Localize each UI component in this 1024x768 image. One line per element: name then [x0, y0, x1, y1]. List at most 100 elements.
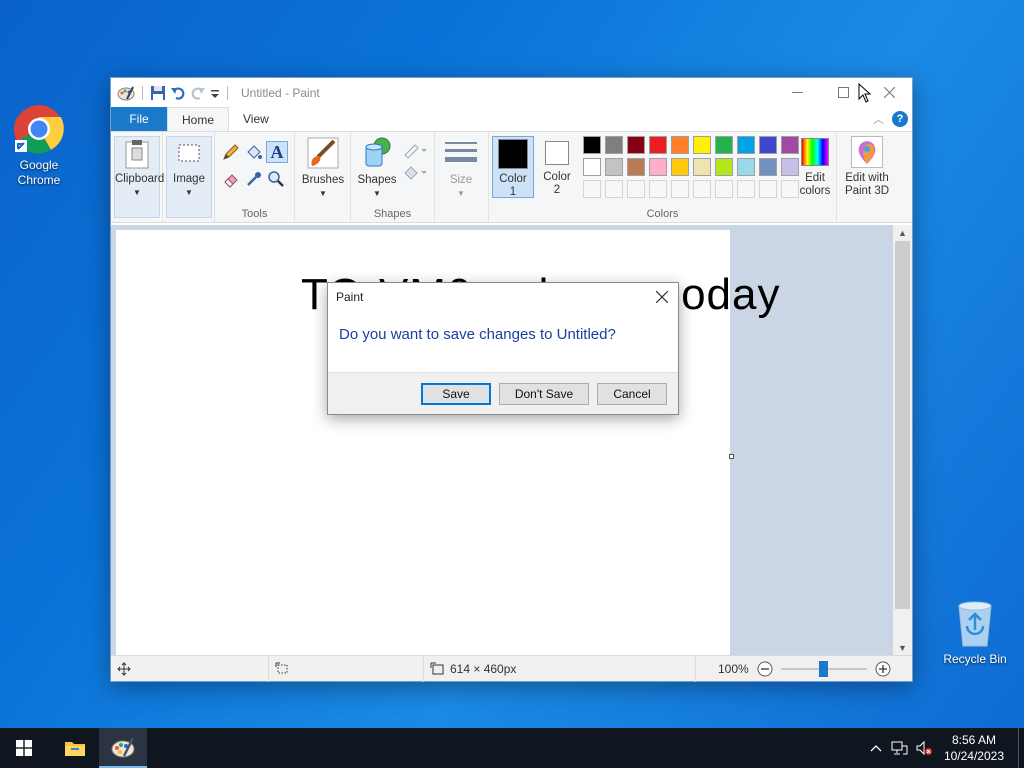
color1-button[interactable]: Color 1	[492, 136, 534, 198]
show-desktop-button[interactable]	[1018, 728, 1024, 768]
palette-swatch[interactable]	[605, 158, 623, 176]
palette-swatch[interactable]	[715, 158, 733, 176]
scroll-up-icon[interactable]: ▲	[893, 225, 912, 241]
edit-with-paint3d-button[interactable]: Edit with Paint 3D	[839, 136, 895, 198]
shapes-button[interactable]: Shapes ▼	[355, 136, 399, 200]
vertical-scrollbar[interactable]: ▲ ▼	[893, 225, 912, 656]
custom-color-slot[interactable]	[715, 180, 733, 198]
palette-swatch[interactable]	[649, 158, 667, 176]
size-button[interactable]: Size ▼	[441, 136, 481, 200]
save-changes-dialog: Paint Do you want to save changes to Unt…	[327, 282, 679, 415]
undo-icon[interactable]	[170, 85, 186, 101]
zoom-slider[interactable]	[780, 661, 867, 677]
palette-swatch[interactable]	[627, 158, 645, 176]
clipboard-group: Clipboard ▼	[111, 132, 164, 222]
palette-swatch[interactable]	[583, 158, 601, 176]
brushes-icon	[307, 137, 339, 169]
palette-swatch[interactable]	[693, 136, 711, 154]
custom-color-slot[interactable]	[649, 180, 667, 198]
size-label: Size	[449, 174, 473, 186]
shapes-group-label: Shapes	[373, 208, 412, 220]
custom-color-slot[interactable]	[627, 180, 645, 198]
desktop-icon-chrome[interactable]: Google Chrome	[1, 104, 77, 188]
taskbar-file-explorer[interactable]	[51, 728, 99, 768]
palette-swatch[interactable]	[671, 158, 689, 176]
custom-color-slot[interactable]	[693, 180, 711, 198]
text-icon[interactable]: A	[266, 141, 288, 163]
maximize-icon	[837, 87, 849, 98]
close-button[interactable]	[866, 78, 912, 107]
title-bar: Untitled - Paint	[111, 78, 912, 107]
canvas-dimensions: 614 × 460px	[450, 662, 517, 676]
shapes-label: Shapes	[357, 174, 397, 186]
save-button[interactable]: Save	[421, 383, 491, 405]
palette-swatch[interactable]	[605, 136, 623, 154]
size-group: Size ▼	[435, 132, 489, 222]
start-button[interactable]	[0, 728, 48, 768]
chevron-down-icon: ▼	[133, 188, 141, 197]
palette-swatch[interactable]	[671, 136, 689, 154]
magnifier-icon[interactable]	[266, 169, 286, 189]
zoom-in-icon[interactable]	[875, 661, 891, 677]
tab-home[interactable]: Home	[167, 107, 230, 132]
ribbon: Clipboard ▼ Image ▼ A Tools Brushes ▼ Sh…	[111, 131, 912, 223]
palette-swatch[interactable]	[627, 136, 645, 154]
custom-color-slot[interactable]	[605, 180, 623, 198]
outline-icon[interactable]	[401, 140, 429, 160]
fill-icon[interactable]	[244, 142, 264, 162]
custom-color-slot[interactable]	[583, 180, 601, 198]
palette-swatch[interactable]	[649, 136, 667, 154]
dont-save-button[interactable]: Don't Save	[499, 383, 589, 405]
image-button[interactable]: Image ▼	[166, 136, 212, 218]
palette-swatch[interactable]	[583, 136, 601, 154]
palette-swatch[interactable]	[737, 158, 755, 176]
brushes-button[interactable]: Brushes ▼	[299, 136, 347, 200]
eraser-icon[interactable]	[221, 169, 241, 189]
cancel-button[interactable]: Cancel	[597, 383, 667, 405]
tools-group-label: Tools	[241, 208, 268, 220]
qat-separator	[227, 85, 228, 100]
close-icon	[656, 291, 668, 303]
tab-file[interactable]: File	[111, 107, 167, 131]
status-bar: 614 × 460px 100%	[111, 655, 912, 682]
show-hidden-icons-icon[interactable]	[864, 728, 888, 768]
paint3d-label: Paint 3D	[844, 185, 890, 197]
edit-colors-button[interactable]: Edit colors	[795, 136, 835, 198]
minimize-button[interactable]	[774, 78, 820, 107]
scroll-down-icon[interactable]: ▼	[893, 640, 912, 656]
save-icon[interactable]	[150, 85, 166, 101]
folder-icon	[65, 742, 85, 756]
redo-icon[interactable]	[190, 85, 206, 101]
clock[interactable]: 8:56 AM 10/24/2023	[936, 732, 1018, 764]
taskbar-paint[interactable]	[99, 728, 147, 768]
paint-app-icon	[117, 86, 135, 100]
resize-handle-right[interactable]	[729, 454, 734, 459]
customize-qat-icon[interactable]	[210, 85, 220, 101]
scrollbar-thumb[interactable]	[895, 241, 910, 609]
palette-swatch[interactable]	[737, 136, 755, 154]
custom-color-slot[interactable]	[759, 180, 777, 198]
desktop-icon-recycle-bin[interactable]: Recycle Bin	[937, 600, 1013, 667]
close-icon	[883, 87, 895, 98]
zoom-out-icon[interactable]	[757, 661, 773, 677]
color2-button[interactable]: Color 2	[538, 136, 576, 198]
help-icon[interactable]: ?	[892, 111, 908, 127]
palette-swatch[interactable]	[693, 158, 711, 176]
zoom-slider-thumb[interactable]	[818, 661, 828, 677]
tab-view[interactable]: View	[229, 107, 283, 131]
palette-swatch[interactable]	[759, 158, 777, 176]
pencil-icon[interactable]	[221, 142, 241, 162]
palette-swatch[interactable]	[715, 136, 733, 154]
color-picker-icon[interactable]	[244, 169, 264, 189]
dialog-close-button[interactable]	[646, 283, 678, 311]
custom-color-slot[interactable]	[671, 180, 689, 198]
network-icon[interactable]	[888, 728, 912, 768]
custom-color-slot[interactable]	[737, 180, 755, 198]
collapse-ribbon-icon[interactable]: ︿	[873, 111, 884, 127]
palette-swatch[interactable]	[759, 136, 777, 154]
clipboard-button[interactable]: Clipboard ▼	[114, 136, 164, 218]
recycle-bin-icon	[958, 601, 992, 647]
fill-shape-icon[interactable]	[401, 162, 429, 182]
dialog-title: Paint	[336, 290, 364, 304]
volume-muted-icon[interactable]	[912, 728, 936, 768]
